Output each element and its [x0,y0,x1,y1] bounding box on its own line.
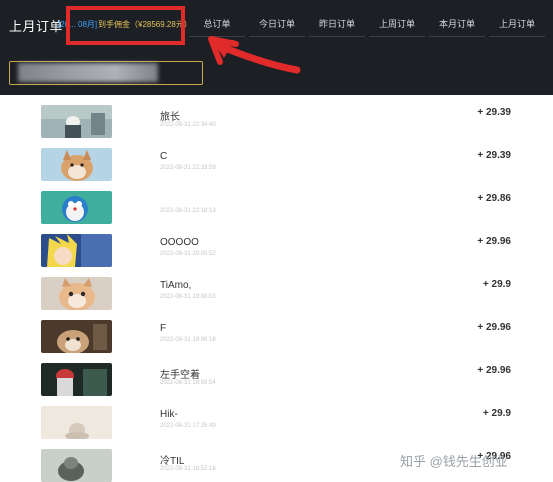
avatar [41,406,112,439]
buyer-name: F [160,323,167,334]
buyer-name: OOOOO [160,237,199,248]
order-amount: + 29.39 [477,150,511,161]
avatar [41,277,112,310]
order-amount: + 29.96 [477,365,511,376]
red-highlight-box [66,6,185,45]
tab-total-orders[interactable]: 总订单 [189,12,245,37]
list-item[interactable]: 左手空着 2022-08-31 18:59:54 + 29.96 [0,353,553,396]
buyer-name: 左手空着 [160,370,200,381]
order-amount: + 29.39 [477,107,511,118]
list-item[interactable]: OOOOO 2022-08-31 20:05:52 + 29.96 [0,224,553,267]
avatar [41,148,112,181]
list-item[interactable]: C 2022-08-31 22:33:59 + 29.39 [0,138,553,181]
list-item[interactable]: 2022-08-31 22:18:13 + 29.86 [0,181,553,224]
order-time: 2022-08-31 20:05:52 [160,251,216,257]
avatar [41,449,112,482]
watermark: 知乎 @钱先生创业 [400,454,508,469]
avatar [41,105,112,138]
tab-this-month-orders[interactable]: 本月订单 [429,12,485,37]
order-time: 2022-08-31 16:52:18 [160,466,216,472]
order-time: 2022-08-31 17:25:49 [160,423,216,429]
order-amount: + 29.96 [477,236,511,247]
order-time: 2022-08-31 22:33:59 [160,165,216,171]
avatar [41,234,112,267]
buyer-name: C [160,151,168,162]
order-time: 2022-08-31 22:18:13 [160,208,216,214]
list-item[interactable]: 旅长 2022-08-31 22:34:40 + 29.39 [0,95,553,138]
order-amount: + 29.9 [482,279,511,290]
blurred-search-content [18,63,158,82]
list-item[interactable]: F 2022-08-31 19:06:18 + 29.96 [0,310,553,353]
order-time: 2022-08-31 18:59:54 [160,380,216,386]
tab-last-month-orders[interactable]: 上月订单 [489,12,545,37]
buyer-name: TiAmo, [160,280,192,291]
buyer-name: 冷TIL [160,456,185,467]
order-time: 2022-08-31 19:08:03 [160,294,216,300]
avatar [41,191,112,224]
page-title: 上月订单 [9,19,64,34]
tab-yesterday-orders[interactable]: 昨日订单 [309,12,365,37]
order-time: 2022-08-31 22:34:40 [160,122,216,128]
tab-last-week-orders[interactable]: 上周订单 [369,12,425,37]
avatar [41,363,112,396]
order-amount: + 29.86 [477,193,511,204]
order-amount: + 29.9 [482,408,511,419]
order-time: 2022-08-31 19:06:18 [160,337,216,343]
avatar [41,320,112,353]
list-item[interactable]: Hik- 2022-08-31 17:25:49 + 29.9 [0,396,553,439]
buyer-name: 旅长 [160,112,180,123]
order-amount: + 29.96 [477,322,511,333]
buyer-name: Hik- [160,409,178,420]
list-item[interactable]: TiAmo, 2022-08-31 19:08:03 + 29.9 [0,267,553,310]
tab-today-orders[interactable]: 今日订单 [249,12,305,37]
